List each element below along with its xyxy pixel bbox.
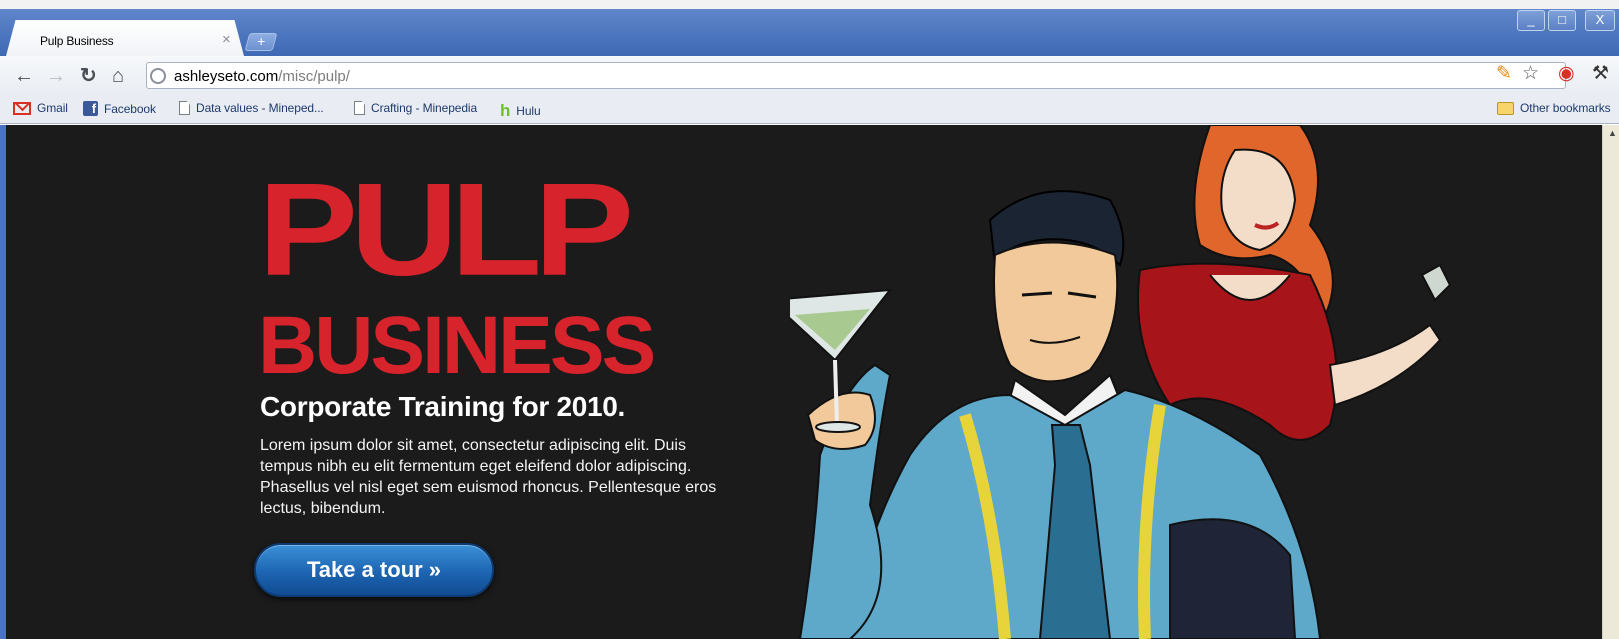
page-icon — [179, 101, 190, 115]
bookmark-label: Data values - Mineped... — [196, 101, 324, 115]
reload-icon[interactable]: ↻ — [80, 66, 97, 86]
tab-strip — [0, 0, 1619, 56]
adblock-icon[interactable]: ◉ — [1558, 64, 1575, 84]
page-icon — [354, 101, 365, 115]
gmail-icon — [13, 101, 31, 115]
bookmark-facebook[interactable]: f Facebook — [83, 101, 156, 116]
bookmark-label: Crafting - Minepedia — [371, 101, 478, 115]
new-tab-button[interactable]: + — [244, 33, 278, 51]
bookmark-crafting[interactable]: Crafting - Minepedia — [354, 101, 477, 115]
globe-icon — [150, 68, 166, 84]
maximize-button[interactable]: □ — [1548, 10, 1576, 31]
folder-icon — [1497, 101, 1514, 115]
hero-title-business: BUSINESS — [258, 300, 656, 391]
bookmark-label: Gmail — [37, 101, 68, 115]
bookmark-data-values[interactable]: Data values - Mineped... — [179, 101, 324, 115]
close-window-button[interactable]: X — [1585, 10, 1615, 31]
other-bookmarks-label: Other bookmarks — [1520, 101, 1611, 115]
hulu-icon: h — [500, 101, 511, 120]
tab-title[interactable]: Pulp Business — [40, 34, 114, 48]
url-text[interactable]: ashleyseto.com/misc/pulp/ — [174, 68, 350, 85]
back-arrow-icon[interactable]: ← — [14, 66, 34, 86]
url-path: /misc/pulp/ — [278, 68, 350, 85]
bookmark-star-icon[interactable]: ☆ — [1522, 64, 1539, 84]
tab-close-icon[interactable]: × — [222, 31, 231, 48]
facebook-icon: f — [83, 101, 98, 116]
plus-icon: + — [257, 33, 266, 49]
bookmark-label: Hulu — [516, 104, 541, 118]
home-icon[interactable]: ⌂ — [112, 66, 124, 86]
wrench-icon[interactable]: ⚒ — [1592, 64, 1609, 84]
bookmark-label: Facebook — [104, 101, 156, 116]
take-a-tour-button[interactable]: Take a tour » — [254, 543, 494, 597]
forward-arrow-icon[interactable]: → — [46, 66, 66, 86]
address-bar[interactable] — [146, 62, 1566, 89]
vertical-scrollbar[interactable] — [1602, 125, 1619, 639]
pulp-couple-illustration — [790, 125, 1452, 639]
scroll-up-arrow-icon[interactable]: ▲ — [1608, 128, 1617, 138]
other-bookmarks[interactable]: Other bookmarks — [1497, 101, 1611, 115]
url-host: ashleyseto.com — [174, 68, 279, 85]
bookmark-hulu[interactable]: h Hulu — [500, 101, 541, 121]
intro-paragraph: Lorem ipsum dolor sit amet, consectetur … — [260, 437, 717, 517]
extension-icon[interactable]: ✎ — [1496, 64, 1512, 84]
bookmark-gmail[interactable]: Gmail — [13, 101, 68, 115]
hero-title-pulp: PULP — [258, 155, 634, 303]
tagline: Corporate Training for 2010. — [260, 391, 626, 422]
minimize-button[interactable]: _ — [1517, 10, 1545, 31]
